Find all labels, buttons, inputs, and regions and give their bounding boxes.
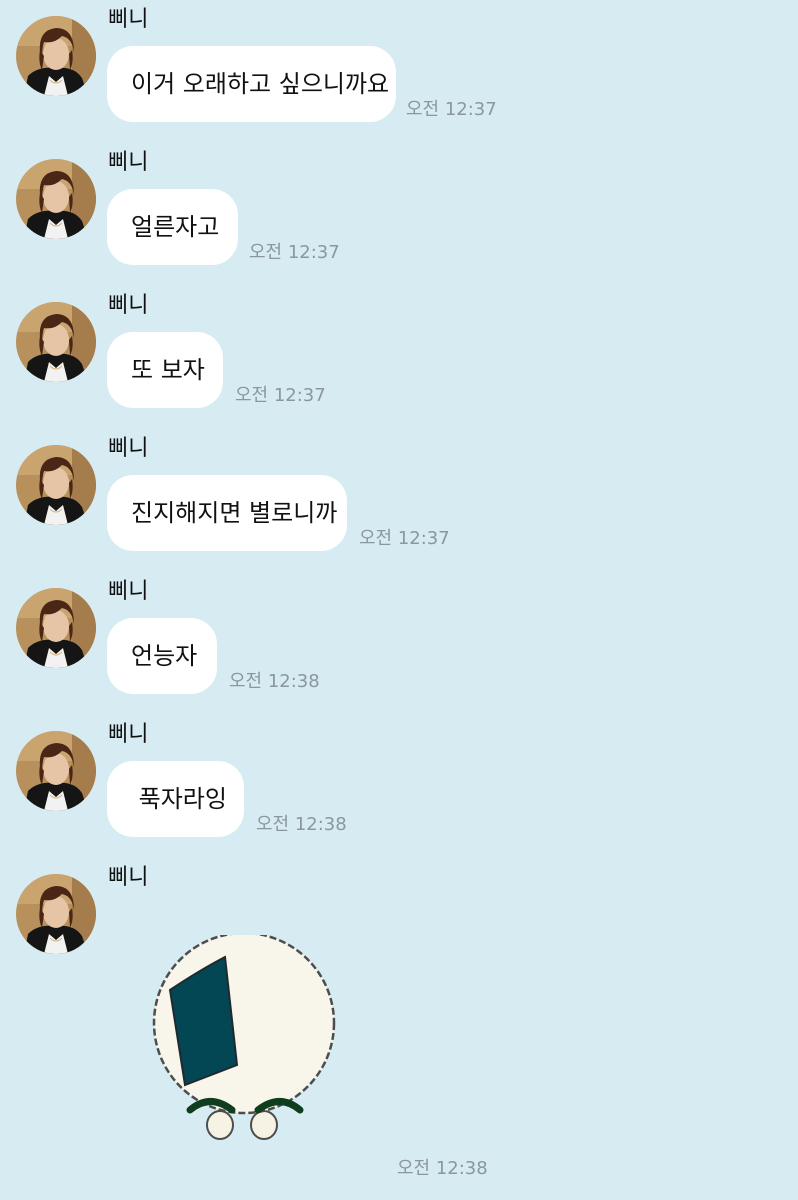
rice-ball-sticker[interactable] [140, 935, 350, 1150]
message-time: 오전 12:37 [249, 242, 340, 263]
message-row: 삐니 진지해지면 별로니까 오전 12:37 [0, 429, 798, 572]
message-row: 삐니 또 보자 오전 12:37 [0, 286, 798, 429]
message-bubble[interactable]: 진지해지면 별로니까 [107, 475, 347, 551]
message-time: 오전 12:37 [359, 528, 450, 549]
avatar[interactable] [16, 731, 96, 811]
sender-name: 삐니 [108, 865, 149, 890]
avatar[interactable] [16, 445, 96, 525]
message-row: 삐니 푹자라잉 오전 12:38 [0, 715, 798, 858]
message-row: 삐니 이거 오래하고 싶으니까요 오전 12:37 [0, 0, 798, 143]
sender-name: 삐니 [108, 293, 149, 318]
sender-name: 삐니 [108, 436, 149, 461]
message-bubble[interactable]: 언능자 [107, 618, 217, 694]
message-time: 오전 12:37 [406, 99, 497, 120]
sender-name: 삐니 [108, 7, 149, 32]
message-time: 오전 12:38 [256, 814, 347, 835]
sender-name: 삐니 [108, 579, 149, 604]
message-row: 삐니 [0, 858, 798, 1001]
message-time: 오전 12:38 [397, 1158, 488, 1179]
message-time: 오전 12:38 [229, 671, 320, 692]
message-bubble[interactable]: 또 보자 [107, 332, 223, 408]
chat-thread: 삐니 이거 오래하고 싶으니까요 오전 12:37 삐니 얼른자고 오전 12:… [0, 0, 798, 1200]
message-time: 오전 12:37 [235, 385, 326, 406]
avatar[interactable] [16, 302, 96, 382]
message-row: 삐니 얼른자고 오전 12:37 [0, 143, 798, 286]
sender-name: 삐니 [108, 150, 149, 175]
sender-name: 삐니 [108, 722, 149, 747]
avatar[interactable] [16, 159, 96, 239]
message-bubble[interactable]: 얼른자고 [107, 189, 238, 265]
message-bubble[interactable]: 이거 오래하고 싶으니까요 [107, 46, 396, 122]
sticker-feet [206, 1110, 278, 1140]
avatar[interactable] [16, 874, 96, 954]
message-bubble[interactable]: 푹자라잉 [107, 761, 244, 837]
avatar[interactable] [16, 588, 96, 668]
message-row: 삐니 언능자 오전 12:38 [0, 572, 798, 715]
avatar[interactable] [16, 16, 96, 96]
